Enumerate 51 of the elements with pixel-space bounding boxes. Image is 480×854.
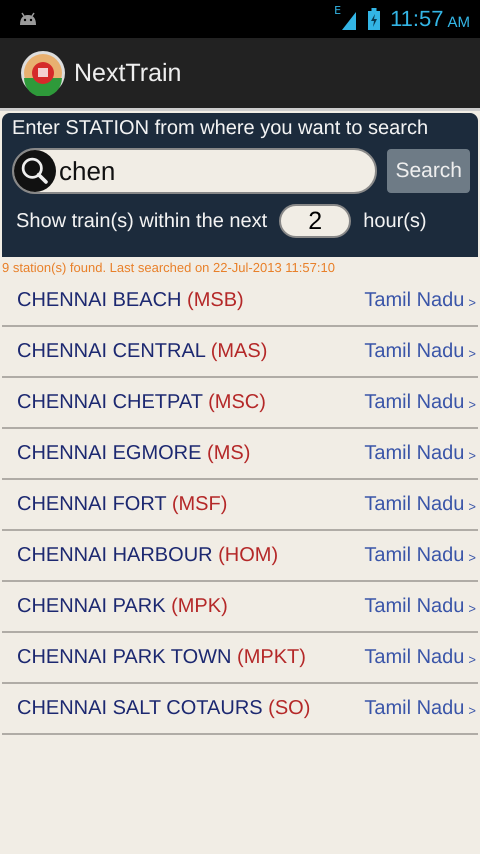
within-label: Show train(s) within the next xyxy=(16,210,268,232)
station-name: CHENNAI BEACH (MSB) xyxy=(17,289,245,312)
station-name: CHENNAI PARK TOWN (MPKT) xyxy=(17,646,307,669)
chevron-label: > xyxy=(468,448,476,463)
station-row[interactable]: CHENNAI BEACH (MSB) Tamil Nadu > xyxy=(2,276,478,327)
battery-icon xyxy=(368,8,380,30)
station-name: CHENNAI HARBOUR (HOM) xyxy=(17,544,280,567)
station-search-field[interactable]: chen xyxy=(12,148,378,194)
station-row[interactable]: CHENNAI EGMORE (MS) Tamil Nadu > xyxy=(2,429,478,480)
station-row[interactable]: CHENNAI SALT COTAURS (SO) Tamil Nadu > xyxy=(2,684,478,735)
station-name: CHENNAI FORT (MSF) xyxy=(17,493,228,516)
station-row[interactable]: CHENNAI FORT (MSF) Tamil Nadu > xyxy=(2,480,478,531)
search-button[interactable]: Search xyxy=(387,149,470,193)
chevron-label: > xyxy=(468,652,476,667)
station-state: Tamil Nadu xyxy=(364,595,464,618)
station-state: Tamil Nadu xyxy=(364,646,464,669)
station-state: Tamil Nadu xyxy=(364,289,464,312)
station-name: CHENNAI CHETPAT (MSC) xyxy=(17,391,267,414)
station-name: CHENNAI EGMORE (MS) xyxy=(17,442,252,465)
chevron-label: > xyxy=(468,703,476,718)
station-row[interactable]: CHENNAI CHETPAT (MSC) Tamil Nadu > xyxy=(2,378,478,429)
station-name: CHENNAI SALT COTAURS (SO) xyxy=(17,697,312,720)
station-state: Tamil Nadu xyxy=(364,493,464,516)
chevron-label: > xyxy=(468,397,476,412)
search-icon xyxy=(14,150,56,192)
station-state: Tamil Nadu xyxy=(364,391,464,414)
station-state: Tamil Nadu xyxy=(364,697,464,720)
app-logo-icon xyxy=(20,50,66,96)
clock-ampm: AM xyxy=(448,14,470,30)
station-state: Tamil Nadu xyxy=(364,544,464,567)
android-icon xyxy=(18,12,38,26)
hours-unit-label: hour(s) xyxy=(363,210,427,232)
station-name: CHENNAI CENTRAL (MAS) xyxy=(17,340,268,363)
hours-field[interactable]: 2 xyxy=(279,204,352,238)
search-prompt: Enter STATION from where you want to search xyxy=(12,117,430,140)
station-row[interactable]: CHENNAI PARK (MPK) Tamil Nadu > xyxy=(2,582,478,633)
chevron-label: > xyxy=(468,499,476,514)
chevron-label: > xyxy=(468,601,476,616)
station-name: CHENNAI PARK (MPK) xyxy=(17,595,229,618)
chevron-label: > xyxy=(468,346,476,361)
network-type-label: E xyxy=(334,4,342,17)
station-state: Tamil Nadu xyxy=(364,340,464,363)
station-row[interactable]: CHENNAI PARK TOWN (MPKT) Tamil Nadu > xyxy=(2,633,478,684)
app-title: NextTrain xyxy=(74,58,182,88)
station-state: Tamil Nadu xyxy=(364,442,464,465)
station-row[interactable]: CHENNAI CENTRAL (MAS) Tamil Nadu > xyxy=(2,327,478,378)
chevron-label: > xyxy=(468,550,476,565)
clock-time: 11:57 xyxy=(390,6,444,32)
chevron-label: > xyxy=(468,295,476,310)
station-row[interactable]: CHENNAI HARBOUR (HOM) Tamil Nadu > xyxy=(2,531,478,582)
result-summary: 9 station(s) found. Last searched on 22-Jul-2013 11:57:10 xyxy=(1,259,336,276)
